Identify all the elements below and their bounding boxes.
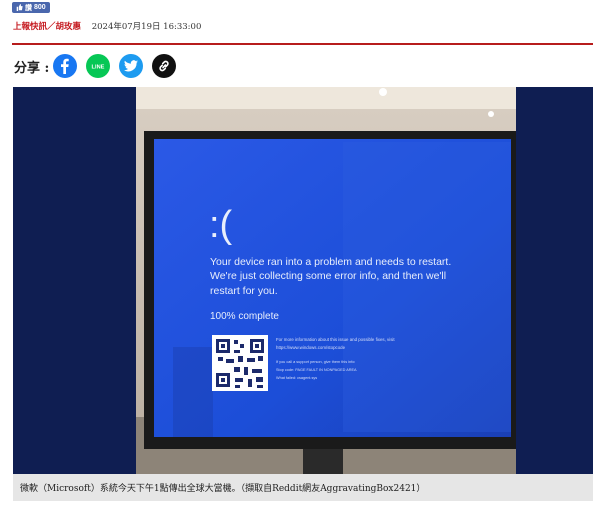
bsod-progress: 100% complete [210, 311, 279, 322]
bsod-info-1: For more information about this issue an… [276, 337, 395, 342]
share-facebook-button[interactable] [53, 54, 78, 78]
like-label: 讚 [25, 4, 32, 12]
bsod-photo-svg: :( Your device ran into a problem and ne… [13, 87, 593, 474]
photo-left-margin [13, 87, 136, 474]
svg-text:LINE: LINE [92, 64, 105, 70]
thumbs-up-icon [16, 4, 23, 11]
photo-caption: 微軟（Microsoft）系統今天下午1點傳出全球大當機。（擷取自Reddit網… [13, 474, 593, 501]
header-divider [12, 43, 593, 45]
share-bar: 分享 : LINE [14, 53, 177, 79]
bsod-line-1: Your device ran into a problem and needs… [210, 256, 451, 268]
share-twitter-button[interactable] [119, 54, 144, 78]
bsod-line-3: restart for you. [210, 285, 278, 297]
byline-datetime: 2024年07月19日 16:33:00 [91, 22, 202, 32]
copy-link-button[interactable] [152, 54, 177, 78]
like-count-badge[interactable]: 讚 800 [12, 2, 50, 13]
facebook-icon [61, 58, 70, 74]
sad-face: :( [209, 204, 233, 246]
line-icon: LINE [92, 64, 105, 70]
article-photo: :( Your device ran into a problem and ne… [13, 87, 593, 474]
share-line-button[interactable]: LINE [86, 54, 111, 78]
bsod-info-4: Stop code: PAGE FAULT IN NONPAGED AREA [276, 368, 357, 372]
article-byline: 上報快訊／胡玫惠 2024年07月19日 16:33:00 [13, 20, 201, 32]
bsod-info-5: What failed: csagent.sys [276, 376, 317, 380]
byline-source: 上報快訊／胡玫惠 [13, 22, 82, 32]
bsod-info-3: If you call a support person, give them … [276, 360, 355, 364]
like-count: 800 [34, 4, 46, 11]
share-label: 分享 : [14, 60, 50, 76]
link-icon [159, 60, 169, 72]
twitter-icon [124, 60, 139, 72]
photo-right-margin [516, 87, 593, 474]
bsod-info-2: https://www.windows.com/stopcode [276, 345, 346, 350]
qr-code [212, 335, 268, 391]
bsod-line-2: We're just collecting some error info, a… [210, 270, 446, 282]
